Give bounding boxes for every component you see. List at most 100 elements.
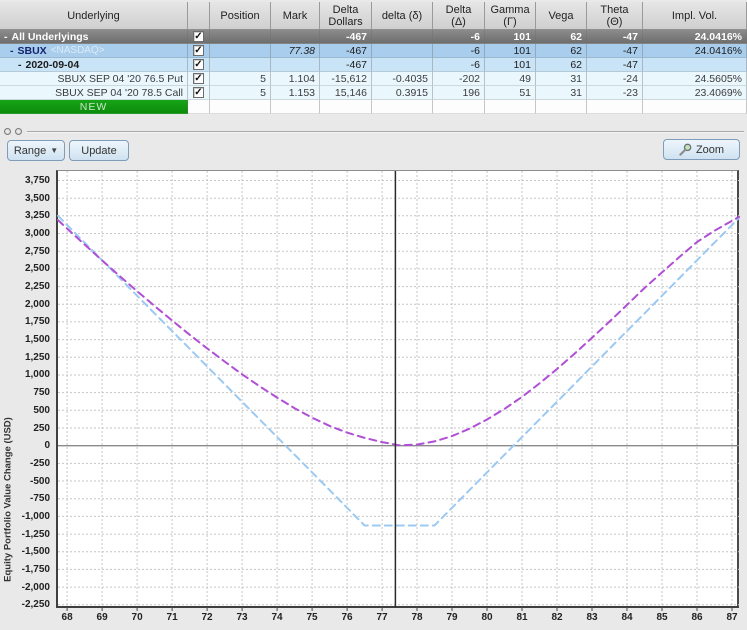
table-row-put-76-5[interactable]: SBUX SEP 04 '20 76.5 Put ✓ 5 1.104 -15,6…: [0, 72, 747, 86]
underlying-cell: - SBUX <NASDAQ>: [0, 44, 188, 58]
new-row-cell[interactable]: NEW: [0, 100, 188, 114]
y-tick-label: 2,250: [24, 281, 50, 293]
row-checkbox[interactable]: ✓: [193, 59, 204, 70]
update-button-label: Update: [81, 144, 117, 157]
y-tick-label: -750: [29, 493, 50, 505]
range-button[interactable]: Range ▼: [7, 140, 65, 161]
vega-cell: 31: [536, 72, 587, 86]
gamma-cell: 101: [485, 30, 536, 44]
range-button-label: Range: [13, 144, 47, 157]
x-tick-label: 77: [376, 612, 388, 623]
column-header-underlying[interactable]: Underlying: [0, 2, 188, 30]
row-checkbox[interactable]: ✓: [193, 87, 204, 98]
panel-grip-icon[interactable]: [15, 128, 22, 135]
x-tick-label: 71: [166, 612, 178, 623]
position-cell: [210, 58, 271, 72]
underlying-cell: SBUX SEP 04 '20 76.5 Put: [0, 72, 188, 86]
delta-dollars-cell: -467: [320, 44, 372, 58]
y-tick-label: -1,750: [21, 563, 50, 575]
collapse-icon[interactable]: -: [10, 45, 14, 57]
column-header-delta-cap[interactable]: Delta (Δ): [433, 2, 485, 30]
check-icon: ✓: [194, 87, 203, 98]
checkbox-cell: ✓: [188, 30, 210, 44]
delta-small-cell: -0.4035: [372, 72, 433, 86]
column-header-position[interactable]: Position: [210, 2, 271, 30]
y-tick-label: 3,250: [24, 210, 50, 222]
delta-cap-cell: -6: [433, 44, 485, 58]
delta-cap-cell: -202: [433, 72, 485, 86]
collapse-icon[interactable]: -: [4, 31, 8, 43]
column-header-impl-vol[interactable]: Impl. Vol.: [643, 2, 747, 30]
row-label: 2020-09-04: [25, 58, 80, 71]
table-row-sbux[interactable]: - SBUX <NASDAQ> ✓ 77.38 -467 -6 101 62 -47…: [0, 44, 747, 58]
y-tick-label: 500: [33, 404, 50, 416]
y-tick-label: 1,750: [24, 316, 50, 328]
magnifier-icon: [679, 143, 692, 156]
column-header-delta-small[interactable]: delta (δ): [372, 2, 433, 30]
table-row-new[interactable]: NEW: [0, 100, 747, 114]
panel-grip-icon[interactable]: [4, 128, 11, 135]
column-header-delta-dollars[interactable]: Delta Dollars: [320, 2, 372, 30]
column-header-theta[interactable]: Theta (Θ): [587, 2, 643, 30]
positions-table: Underlying Position Mark Delta Dollars d…: [0, 2, 747, 114]
x-tick-label: 69: [96, 612, 108, 623]
x-tick-label: 81: [516, 612, 528, 623]
row-label: SBUX: [17, 44, 47, 57]
underlying-cell: SBUX SEP 04 '20 78.5 Call: [0, 86, 188, 100]
vega-cell: 62: [536, 30, 587, 44]
x-tick-label: 70: [131, 612, 143, 623]
delta-dollars-cell: -15,612: [320, 72, 372, 86]
impl-vol-cell: 24.5605%: [643, 72, 747, 86]
delta-small-cell: [372, 30, 433, 44]
delta-cap-cell: -6: [433, 30, 485, 44]
position-cell: 5: [210, 86, 271, 100]
theta-cell: -23: [587, 86, 643, 100]
mark-cell: 1.104: [271, 72, 320, 86]
table-row-all-underlyings[interactable]: - All Underlyings ✓ -467 -6 101 62 -47 24…: [0, 30, 747, 44]
delta-dollars-cell: 15,146: [320, 86, 372, 100]
x-tick-label: 83: [586, 612, 598, 623]
x-tick-label: 75: [306, 612, 318, 623]
y-tick-label: 3,500: [24, 192, 50, 204]
row-checkbox[interactable]: ✓: [193, 45, 204, 56]
delta-dollars-cell: [320, 100, 372, 114]
y-tick-label: -1,000: [21, 510, 50, 522]
position-cell: [210, 100, 271, 114]
x-tick-label: 79: [446, 612, 458, 623]
collapse-icon[interactable]: -: [18, 59, 22, 71]
y-tick-label: 2,500: [24, 263, 50, 275]
delta-dollars-cell: -467: [320, 58, 372, 72]
mark-cell: [271, 30, 320, 44]
column-header-checkbox[interactable]: [188, 2, 210, 30]
theta-cell: -24: [587, 72, 643, 86]
mark-cell: 77.38: [271, 44, 320, 58]
pnl-chart-plot-area[interactable]: [56, 170, 740, 611]
zoom-button[interactable]: Zoom: [663, 139, 740, 160]
table-row-expiry-2020-09-04[interactable]: -2020-09-04 ✓ -467 -6 101 62 -47: [0, 58, 747, 72]
x-tick-label: 82: [551, 612, 563, 623]
update-button[interactable]: Update: [69, 140, 129, 161]
row-checkbox[interactable]: ✓: [193, 31, 204, 42]
vega-cell: 31: [536, 86, 587, 100]
column-header-vega[interactable]: Vega: [536, 2, 587, 30]
delta-small-cell: 0.3915: [372, 86, 433, 100]
y-tick-label: 1,500: [24, 334, 50, 346]
checkbox-cell: ✓: [188, 72, 210, 86]
impl-vol-cell: 24.0416%: [643, 44, 747, 58]
mark-cell: [271, 58, 320, 72]
pnl-chart-canvas[interactable]: [57, 171, 740, 611]
light-blue-dashed-line: [57, 214, 740, 527]
x-tick-label: 80: [481, 612, 493, 623]
y-tick-label: -500: [29, 475, 50, 487]
checkbox-cell: [188, 100, 210, 114]
y-tick-label: 1,000: [24, 369, 50, 381]
underlying-cell: -2020-09-04: [0, 58, 188, 72]
table-row-call-78-5[interactable]: SBUX SEP 04 '20 78.5 Call ✓ 5 1.153 15,1…: [0, 86, 747, 100]
y-tick-label: -2,250: [21, 599, 50, 611]
gamma-cell: 49: [485, 72, 536, 86]
row-checkbox[interactable]: ✓: [193, 73, 204, 84]
delta-cap-cell: -6: [433, 58, 485, 72]
column-header-mark[interactable]: Mark: [271, 2, 320, 30]
y-tick-label: 250: [33, 422, 50, 434]
column-header-gamma[interactable]: Gamma (Γ): [485, 2, 536, 30]
